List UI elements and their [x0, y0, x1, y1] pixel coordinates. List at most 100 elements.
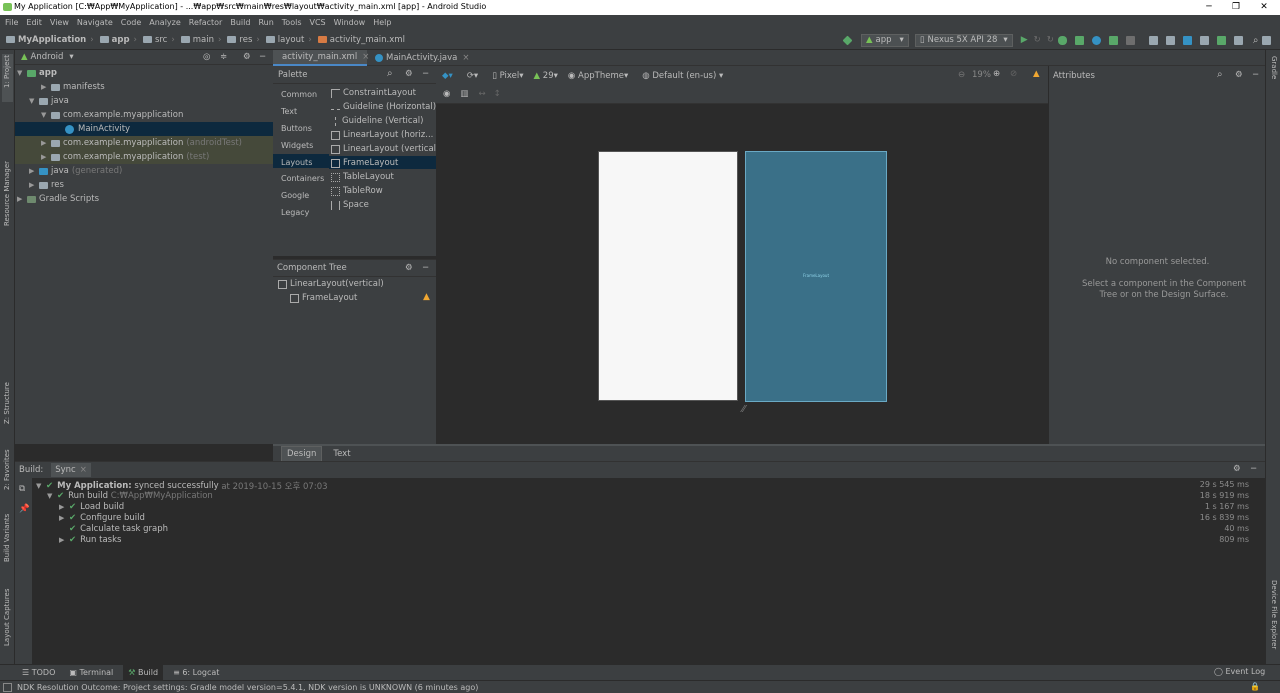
blueprint-preview[interactable]: FrameLayout	[745, 151, 887, 402]
tab-sync[interactable]: Sync ×	[51, 463, 91, 477]
favorites-tool-button[interactable]: 2: Favorites	[3, 449, 11, 490]
hide-icon[interactable]: ─	[1253, 70, 1258, 80]
search-icon[interactable]: ⌕	[387, 68, 393, 79]
zoom-out-icon[interactable]: ⊖	[958, 70, 965, 80]
gear-icon[interactable]: ⚙	[1233, 464, 1241, 474]
close-icon[interactable]: ×	[462, 53, 469, 63]
build-line-load-build[interactable]: ▶ ✔ Load build	[59, 502, 124, 512]
menu-file[interactable]: File	[5, 18, 18, 27]
apply-changes-icon[interactable]: ↻	[1034, 35, 1041, 45]
menu-navigate[interactable]: Navigate	[77, 18, 113, 27]
gear-icon[interactable]: ⚙	[243, 52, 251, 62]
warning-icon[interactable]: ▲	[423, 292, 430, 302]
breadcrumb-layout[interactable]: layout	[265, 35, 304, 45]
menu-refactor[interactable]: Refactor	[189, 18, 223, 27]
search-everywhere-icon[interactable]: ⌕	[1253, 35, 1259, 46]
tab-mainactivity[interactable]: MainActivity.java ×	[369, 50, 476, 66]
palette-category-google[interactable]: Google	[281, 191, 309, 200]
tool-build[interactable]: ⚒ Build	[123, 665, 164, 680]
sync-gradle-icon[interactable]	[1182, 35, 1192, 45]
search-icon[interactable]: ⌕	[1217, 69, 1223, 80]
palette-category-containers[interactable]: Containers	[281, 174, 324, 183]
palette-item-space[interactable]: Space	[331, 200, 369, 210]
lock-icon[interactable]: 🔒	[1250, 682, 1260, 691]
theme-menu[interactable]: ◉ AppTheme ▾	[568, 71, 628, 81]
expand-vertical-icon[interactable]: ↕	[494, 89, 501, 99]
palette-category-buttons[interactable]: Buttons	[281, 124, 312, 133]
restore-button[interactable]: ❐	[1222, 0, 1250, 15]
minimize-button[interactable]: ─	[1195, 0, 1223, 15]
breadcrumb-main[interactable]: main	[180, 35, 214, 45]
zoom-in-icon[interactable]: ⊕	[993, 69, 1000, 79]
project-view-select[interactable]: Android	[31, 52, 64, 62]
build-line-run-tasks[interactable]: ▶ ✔ Run tasks	[59, 535, 121, 545]
menu-tools[interactable]: Tools	[282, 18, 302, 27]
tool-terminal[interactable]: ▣ Terminal	[69, 668, 113, 677]
build-line-configure-build[interactable]: ▶ ✔ Configure build	[59, 513, 145, 523]
gear-icon[interactable]: ⚙	[405, 263, 413, 273]
event-log-button[interactable]: ◯ Event Log	[1214, 667, 1265, 676]
layout-captures-tool-button[interactable]: Layout Captures	[3, 588, 11, 646]
breadcrumb-src[interactable]: src	[142, 35, 167, 45]
menu-analyze[interactable]: Analyze	[149, 18, 181, 27]
hide-icon[interactable]: ─	[423, 263, 428, 273]
gear-icon[interactable]: ⚙	[1235, 70, 1243, 80]
palette-item-guideline-v[interactable]: Guideline (Vertical)	[331, 116, 423, 126]
apply-code-changes-icon[interactable]: ↻	[1047, 35, 1054, 45]
tab-text[interactable]: Text	[328, 447, 355, 461]
device-file-explorer-button[interactable]: Device File Explorer	[1270, 580, 1278, 649]
avd-manager-icon[interactable]	[1199, 35, 1209, 45]
tree-item-package-androidtest[interactable]: ▶ com.example.myapplication (androidTest)	[15, 136, 273, 150]
toggle-view-icon[interactable]: ⧉	[19, 484, 25, 494]
expand-horizontal-icon[interactable]: ↔	[478, 89, 485, 99]
tab-design[interactable]: Design	[281, 445, 323, 462]
build-line-run-build[interactable]: ▼ ✔ Run build C:₩App₩MyApplication	[47, 491, 213, 501]
layout-inspector-icon[interactable]	[1165, 35, 1175, 45]
zoom-fit-icon[interactable]: ⊘	[1010, 69, 1017, 79]
breadcrumb-app[interactable]: app	[99, 35, 130, 45]
make-project-icon[interactable]	[842, 35, 853, 45]
status-message[interactable]: NDK Resolution Outcome: Project settings…	[17, 683, 478, 692]
toggle-tool-windows-icon[interactable]	[3, 682, 12, 692]
palette-category-legacy[interactable]: Legacy	[281, 208, 309, 217]
structure-tool-button[interactable]: Z: Structure	[3, 382, 11, 424]
palette-item-constraintlayout[interactable]: ConstraintLayout	[331, 88, 416, 98]
orientation-icon[interactable]: ⟳▾	[467, 71, 478, 81]
resource-manager-tool-button[interactable]: Resource Manager	[3, 161, 11, 226]
palette-item-framelayout[interactable]: FrameLayout	[331, 158, 398, 168]
resize-handle-icon[interactable]: ⁄⁄	[742, 404, 745, 415]
menu-vcs[interactable]: VCS	[310, 18, 326, 27]
palette-item-tablelayout[interactable]: TableLayout	[331, 172, 394, 182]
project-tool-button[interactable]: 1: Project	[3, 55, 11, 88]
tree-item-java[interactable]: ▼ java	[15, 94, 273, 108]
menu-code[interactable]: Code	[121, 18, 141, 27]
tree-item-mainactivity[interactable]: MainActivity	[15, 122, 273, 136]
tree-item-package[interactable]: ▼ com.example.myapplication	[15, 108, 273, 122]
profile-icon[interactable]	[1091, 35, 1101, 45]
collapse-all-icon[interactable]: ≑	[220, 52, 227, 62]
locale-menu[interactable]: ◍ Default (en-us) ▾	[642, 71, 723, 81]
hide-icon[interactable]: ─	[423, 69, 428, 79]
run-icon[interactable]: ▶	[1021, 35, 1028, 45]
tree-item-app[interactable]: ▼ app	[15, 66, 273, 80]
tool-logcat[interactable]: ≡ 6: Logcat	[173, 668, 219, 677]
sdk-manager-icon[interactable]	[1216, 35, 1226, 45]
breadcrumb-file[interactable]: activity_main.xml	[317, 35, 405, 45]
design-mode-icon[interactable]: ◆▾	[442, 71, 453, 81]
locate-icon[interactable]: ◎	[203, 52, 210, 62]
device-select[interactable]: ▯ Nexus 5X API 28 ▾	[914, 33, 1013, 47]
close-button[interactable]: ✕	[1250, 0, 1278, 15]
menu-view[interactable]: View	[50, 18, 69, 27]
build-variants-tool-button[interactable]: Build Variants	[3, 514, 11, 562]
api-menu[interactable]: ▲ 29 ▾	[534, 71, 558, 81]
menu-window[interactable]: Window	[334, 18, 366, 27]
device-manager-icon[interactable]	[1233, 35, 1243, 45]
tree-item-manifests[interactable]: ▶ manifests	[15, 80, 273, 94]
eye-icon[interactable]: ◉	[443, 89, 450, 99]
menu-edit[interactable]: Edit	[26, 18, 42, 27]
tree-item-res[interactable]: ▶ res	[15, 178, 273, 192]
menu-run[interactable]: Run	[258, 18, 273, 27]
tree-item-java-generated[interactable]: ▶ java (generated)	[15, 164, 273, 178]
close-icon[interactable]: ×	[80, 465, 87, 475]
palette-item-linearlayout-h[interactable]: LinearLayout (horiz...	[331, 130, 433, 140]
